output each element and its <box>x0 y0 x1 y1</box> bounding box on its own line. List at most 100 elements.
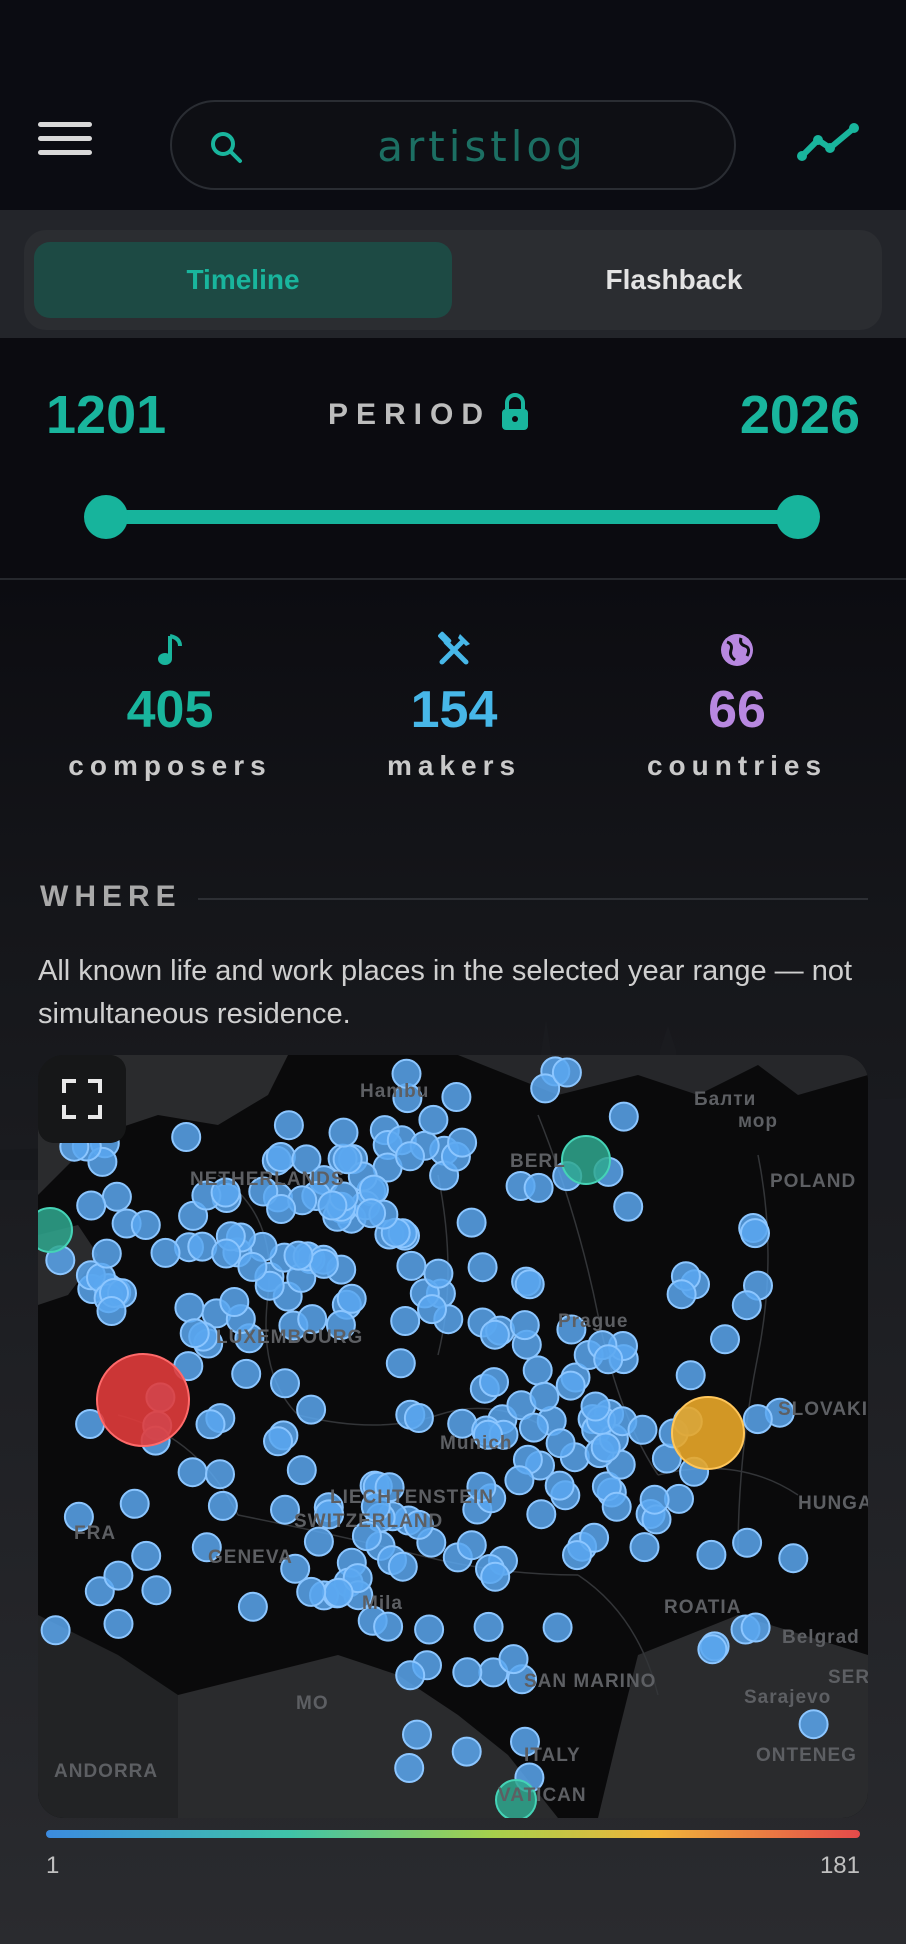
place-marker[interactable] <box>593 1344 624 1375</box>
trend-chart-icon[interactable] <box>796 118 862 168</box>
place-marker[interactable] <box>205 1459 235 1490</box>
fullscreen-icon[interactable] <box>38 1055 126 1143</box>
place-marker[interactable] <box>423 1258 454 1289</box>
place-marker[interactable] <box>551 1057 582 1088</box>
place-marker[interactable] <box>387 1551 418 1582</box>
place-marker[interactable] <box>544 1470 575 1501</box>
place-marker[interactable] <box>396 1250 427 1281</box>
place-marker[interactable] <box>40 1615 71 1646</box>
place-marker[interactable] <box>555 1370 586 1401</box>
place-marker[interactable] <box>270 1368 300 1399</box>
place-marker[interactable] <box>523 1172 554 1203</box>
place-marker[interactable] <box>263 1426 293 1457</box>
place-marker[interactable] <box>473 1611 504 1642</box>
place-marker[interactable] <box>580 1391 611 1422</box>
range-end-handle[interactable] <box>776 495 820 539</box>
place-marker[interactable] <box>296 1394 327 1425</box>
place-marker[interactable] <box>207 1490 238 1521</box>
place-marker[interactable] <box>666 1279 697 1310</box>
place-marker[interactable] <box>356 1198 387 1229</box>
place-marker[interactable] <box>562 1540 592 1571</box>
place-marker[interactable] <box>394 1753 425 1783</box>
place-marker[interactable] <box>545 1428 576 1459</box>
place-marker[interactable] <box>671 1396 745 1470</box>
place-marker[interactable] <box>456 1530 487 1561</box>
place-marker[interactable] <box>509 1310 540 1341</box>
place-marker[interactable] <box>119 1488 150 1519</box>
place-marker[interactable] <box>395 1141 425 1172</box>
place-marker[interactable] <box>38 1207 73 1253</box>
place-marker[interactable] <box>211 1238 242 1269</box>
place-marker[interactable] <box>317 1190 348 1221</box>
place-marker[interactable] <box>590 1432 621 1463</box>
place-marker[interactable] <box>479 1319 510 1350</box>
place-marker[interactable] <box>150 1237 181 1268</box>
place-marker[interactable] <box>696 1539 727 1570</box>
place-marker[interactable] <box>601 1491 632 1522</box>
place-marker[interactable] <box>237 1591 268 1622</box>
place-marker[interactable] <box>266 1194 297 1224</box>
place-marker[interactable] <box>518 1412 549 1443</box>
place-marker[interactable] <box>336 1283 367 1314</box>
place-marker[interactable] <box>740 1612 771 1643</box>
place-marker[interactable] <box>498 1644 529 1675</box>
place-marker[interactable] <box>103 1560 134 1591</box>
search-bar[interactable] <box>170 100 736 190</box>
period-range-track[interactable] <box>104 510 798 524</box>
search-input[interactable] <box>272 116 692 176</box>
place-marker[interactable] <box>308 1248 339 1279</box>
place-marker[interactable] <box>219 1287 250 1317</box>
place-marker[interactable] <box>522 1355 553 1386</box>
place-marker[interactable] <box>742 1404 773 1435</box>
place-marker[interactable] <box>732 1527 763 1558</box>
place-marker[interactable] <box>629 1532 660 1563</box>
place-marker[interactable] <box>529 1381 560 1412</box>
place-marker[interactable] <box>504 1465 535 1496</box>
place-marker[interactable] <box>273 1110 304 1141</box>
tab-flashback[interactable]: Flashback <box>476 242 872 318</box>
place-marker[interactable] <box>441 1082 472 1112</box>
place-marker[interactable] <box>740 1218 770 1249</box>
place-marker[interactable] <box>76 1190 107 1221</box>
place-marker[interactable] <box>141 1575 172 1606</box>
place-marker[interactable] <box>283 1240 314 1271</box>
place-marker[interactable] <box>286 1455 317 1486</box>
place-marker[interactable] <box>171 1122 202 1152</box>
place-marker[interactable] <box>778 1543 809 1574</box>
place-marker[interactable] <box>418 1104 449 1135</box>
place-marker[interactable] <box>452 1657 483 1688</box>
place-marker[interactable] <box>402 1719 432 1750</box>
place-marker[interactable] <box>231 1358 262 1389</box>
place-marker[interactable] <box>451 1736 482 1767</box>
place-marker[interactable] <box>403 1403 434 1433</box>
place-marker[interactable] <box>385 1348 416 1379</box>
place-marker[interactable] <box>697 1634 728 1665</box>
place-marker[interactable] <box>91 1238 122 1269</box>
place-marker[interactable] <box>179 1318 210 1349</box>
place-marker[interactable] <box>675 1360 706 1391</box>
place-marker[interactable] <box>467 1252 498 1283</box>
place-marker[interactable] <box>731 1290 762 1321</box>
place-marker[interactable] <box>101 1181 132 1212</box>
place-marker[interactable] <box>131 1540 162 1571</box>
place-marker[interactable] <box>627 1414 658 1445</box>
range-start-handle[interactable] <box>84 495 128 539</box>
place-marker[interactable] <box>456 1207 487 1238</box>
place-marker[interactable] <box>265 1142 296 1172</box>
place-marker[interactable] <box>237 1251 268 1282</box>
place-marker[interactable] <box>798 1709 829 1740</box>
place-marker[interactable] <box>395 1660 426 1691</box>
place-marker[interactable] <box>103 1608 134 1639</box>
place-marker[interactable] <box>608 1101 639 1132</box>
place-marker[interactable] <box>514 1269 545 1300</box>
place-marker[interactable] <box>710 1324 740 1355</box>
place-marker[interactable] <box>174 1292 205 1323</box>
place-marker[interactable] <box>639 1484 670 1515</box>
places-map[interactable]: Hambu Балти мор BERL POLAND NETHERLANDS … <box>38 1055 868 1818</box>
place-marker[interactable] <box>417 1294 447 1325</box>
place-marker[interactable] <box>373 1611 404 1642</box>
place-marker[interactable] <box>414 1614 445 1645</box>
place-marker[interactable] <box>96 1296 127 1326</box>
place-marker[interactable] <box>195 1409 226 1440</box>
place-marker[interactable] <box>542 1612 573 1643</box>
